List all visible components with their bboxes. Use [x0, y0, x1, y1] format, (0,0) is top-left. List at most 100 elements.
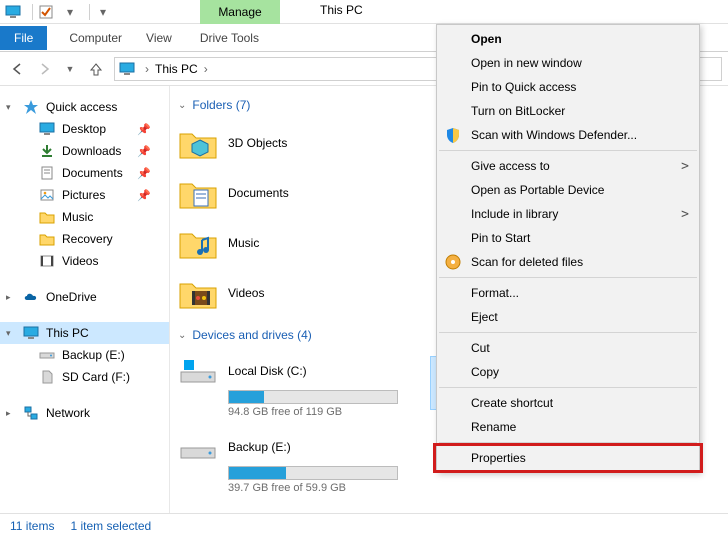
sidebar-onedrive[interactable]: ▸ OneDrive [0, 286, 169, 308]
folder-icon [178, 273, 218, 313]
window-title: This PC [320, 3, 363, 17]
breadcrumb-chevron[interactable]: › [202, 62, 210, 76]
sidebar-drive-sdcard[interactable]: SD Card (F:) [0, 366, 169, 388]
chevron-down-icon: ⌄ [178, 330, 186, 341]
drive-local-disk-c[interactable]: Local Disk (C:) 94.8 GB free of 119 GB [178, 348, 408, 424]
drive-backup-e[interactable]: Backup (E:) 39.7 GB free of 59.9 GB [178, 424, 408, 500]
menu-open-new-window[interactable]: Open in new window [437, 51, 699, 75]
menu-properties[interactable]: Properties [437, 446, 699, 470]
menu-label: Include in library [471, 207, 558, 221]
menu-label: Scan with Windows Defender... [471, 128, 637, 142]
menu-rename[interactable]: Rename [437, 415, 699, 439]
nav-back-button[interactable] [6, 57, 30, 81]
chevron-right-icon[interactable]: ▸ [6, 408, 11, 419]
folder-label: Music [228, 236, 259, 250]
cloud-icon [22, 289, 40, 305]
nav-recent-dropdown[interactable]: ▼ [58, 57, 82, 81]
qat-overflow-icon[interactable]: ▾ [94, 3, 112, 21]
menu-create-shortcut[interactable]: Create shortcut [437, 391, 699, 415]
sidebar-label: Quick access [46, 100, 117, 114]
menu-pin-quick-access[interactable]: Pin to Quick access [437, 75, 699, 99]
nav-forward-button[interactable] [32, 57, 56, 81]
menu-label: Copy [471, 365, 499, 379]
disk-search-icon [443, 252, 463, 272]
qat-dropdown-icon[interactable]: ▾ [61, 3, 79, 21]
menu-eject[interactable]: Eject [437, 305, 699, 329]
menu-cut[interactable]: Cut [437, 336, 699, 360]
menu-portable-device[interactable]: Open as Portable Device [437, 178, 699, 202]
section-title: Folders (7) [192, 98, 250, 112]
menu-label: Give access to [471, 159, 550, 173]
breadcrumb-chevron[interactable]: › [143, 62, 151, 76]
context-menu: Open Open in new window Pin to Quick acc… [436, 24, 700, 473]
menu-label: Create shortcut [471, 396, 553, 410]
drive-capacity-bar [228, 390, 398, 404]
sidebar-item-recovery[interactable]: Recovery [0, 228, 169, 250]
menu-separator [439, 150, 697, 151]
folder-3d-objects[interactable]: 3D Objects [178, 118, 408, 168]
sidebar-quick-access[interactable]: ▾ Quick access [0, 96, 169, 118]
menu-open[interactable]: Open [437, 27, 699, 51]
breadcrumb-this-pc[interactable]: This PC [151, 62, 202, 76]
drive-icon [38, 347, 56, 363]
submenu-arrow-icon: > [681, 207, 689, 222]
sidebar-label: Recovery [62, 232, 113, 246]
pc-icon [119, 62, 137, 76]
menu-pin-start[interactable]: Pin to Start [437, 226, 699, 250]
menu-scan-deleted[interactable]: Scan for deleted files [437, 250, 699, 274]
ribbon-tab-view[interactable]: View [134, 24, 184, 52]
shield-icon [443, 125, 463, 145]
folder-icon [178, 123, 218, 163]
sidebar-item-downloads[interactable]: Downloads 📌 [0, 140, 169, 162]
sidebar-this-pc[interactable]: ▾ This PC [0, 322, 169, 344]
chevron-right-icon[interactable]: ▸ [6, 292, 11, 303]
contextual-tab-manage[interactable]: Manage [200, 0, 280, 24]
menu-separator [439, 332, 697, 333]
sidebar-label: This PC [46, 326, 89, 340]
menu-label: Eject [471, 310, 498, 324]
menu-defender-scan[interactable]: Scan with Windows Defender... [437, 123, 699, 147]
star-icon [22, 99, 40, 115]
folder-label: Videos [228, 286, 264, 300]
file-tab[interactable]: File [0, 26, 47, 50]
menu-give-access[interactable]: Give access to> [437, 154, 699, 178]
folder-documents[interactable]: Documents [178, 168, 408, 218]
sidebar-item-music[interactable]: Music [0, 206, 169, 228]
sidebar-item-desktop[interactable]: Desktop 📌 [0, 118, 169, 140]
menu-copy[interactable]: Copy [437, 360, 699, 384]
ribbon-tab-computer[interactable]: Computer [57, 24, 134, 52]
sidebar-drive-backup[interactable]: Backup (E:) [0, 344, 169, 366]
sidebar-label: Downloads [62, 144, 121, 158]
menu-label: Cut [471, 341, 490, 355]
status-selection-count: 1 item selected [70, 519, 151, 533]
sidebar-item-documents[interactable]: Documents 📌 [0, 162, 169, 184]
nav-up-button[interactable] [84, 57, 108, 81]
menu-format[interactable]: Format... [437, 281, 699, 305]
folder-videos[interactable]: Videos [178, 268, 408, 318]
folder-music[interactable]: Music [178, 218, 408, 268]
menu-label: Open as Portable Device [471, 183, 604, 197]
pin-icon: 📌 [137, 189, 151, 202]
sidebar-item-videos[interactable]: Videos [0, 250, 169, 272]
menu-label: Rename [471, 420, 516, 434]
sdcard-icon [38, 369, 56, 385]
chevron-down-icon: ⌄ [178, 100, 186, 111]
downloads-icon [38, 143, 56, 159]
chevron-down-icon[interactable]: ▾ [6, 102, 11, 113]
menu-bitlocker[interactable]: Turn on BitLocker [437, 99, 699, 123]
drive-freespace: 94.8 GB free of 119 GB [228, 406, 408, 418]
sidebar-label: Desktop [62, 122, 106, 136]
sidebar-label: Videos [62, 254, 98, 268]
chevron-down-icon[interactable]: ▾ [6, 328, 11, 339]
qat-checkbox-icon[interactable] [37, 3, 55, 21]
menu-label: Properties [471, 451, 526, 465]
folder-icon [178, 173, 218, 213]
section-title: Devices and drives (4) [192, 328, 311, 342]
ribbon-tab-drive-tools[interactable]: Drive Tools [190, 24, 269, 52]
sidebar-item-pictures[interactable]: Pictures 📌 [0, 184, 169, 206]
sidebar-network[interactable]: ▸ Network [0, 402, 169, 424]
drive-freespace: 39.7 GB free of 59.9 GB [228, 482, 408, 494]
menu-separator [439, 387, 697, 388]
menu-separator [439, 442, 697, 443]
menu-include-library[interactable]: Include in library > [437, 202, 699, 226]
